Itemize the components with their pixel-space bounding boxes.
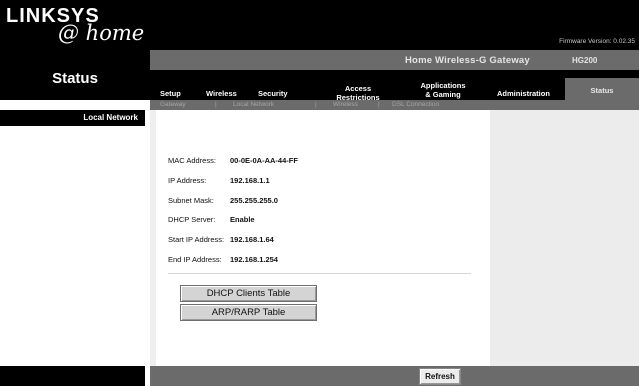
firmware-version: Firmware Version: 0.02.35 — [559, 38, 635, 45]
end-ip-value: 192.168.1.254 — [230, 255, 278, 264]
subtab-gateway[interactable]: Gateway — [160, 101, 186, 108]
tab-setup[interactable]: Setup — [160, 89, 181, 98]
subtab-wireless[interactable]: Wireless — [333, 101, 358, 108]
left-bottom-bar — [0, 366, 145, 386]
field-label: MAC Address: — [168, 156, 216, 165]
tab-apps-line2: & Gaming — [425, 90, 461, 99]
subtab-dsl-connection[interactable]: DSL Connection — [392, 101, 439, 108]
refresh-button[interactable]: Refresh — [419, 368, 461, 385]
subnet-mask-value: 255.255.255.0 — [230, 196, 278, 205]
product-strip — [150, 50, 639, 70]
product-name: Home Wireless-G Gateway — [405, 55, 530, 66]
ip-address-value: 192.168.1.1 — [230, 176, 270, 185]
right-help-panel — [490, 110, 639, 366]
tab-apps-line1: Applications — [420, 81, 466, 90]
model-number: HG200 — [572, 56, 598, 65]
field-label: Start IP Address: — [168, 235, 225, 244]
tab-administration[interactable]: Administration — [497, 89, 550, 98]
dhcp-server-value: Enable — [230, 215, 255, 224]
tab-security[interactable]: Security — [258, 89, 288, 98]
nav-divider — [150, 70, 639, 78]
content-edge — [150, 110, 156, 366]
mac-address-value: 00-0E-0A-AA-44-FF — [230, 156, 298, 165]
tab-access-line1: Access — [344, 84, 372, 93]
field-label: IP Address: — [168, 176, 207, 185]
subnav-separator: | — [215, 101, 217, 108]
subnav-separator: | — [378, 101, 380, 108]
start-ip-value: 192.168.1.64 — [230, 235, 274, 244]
field-label: Subnet Mask: — [168, 196, 214, 205]
linksys-logo-subtitle: @ home — [58, 21, 145, 45]
tab-status[interactable]: Status — [565, 86, 639, 95]
field-label: DHCP Server: — [168, 215, 216, 224]
tab-wireless[interactable]: Wireless — [206, 89, 237, 98]
arp-rarp-table-button[interactable]: ARP/RARP Table — [180, 304, 317, 321]
bottom-bar — [150, 366, 639, 386]
tab-applications-gaming[interactable]: Applications & Gaming — [412, 81, 474, 99]
content-divider — [168, 273, 471, 274]
field-label: End IP Address: — [168, 255, 222, 264]
local-network-heading: Local Network — [83, 113, 138, 122]
subtab-local-network[interactable]: Local Network — [233, 101, 274, 108]
page-title: Status — [52, 70, 98, 87]
subnav-separator: | — [315, 101, 317, 108]
left-column — [0, 110, 150, 386]
dhcp-clients-table-button[interactable]: DHCP Clients Table — [180, 285, 317, 302]
